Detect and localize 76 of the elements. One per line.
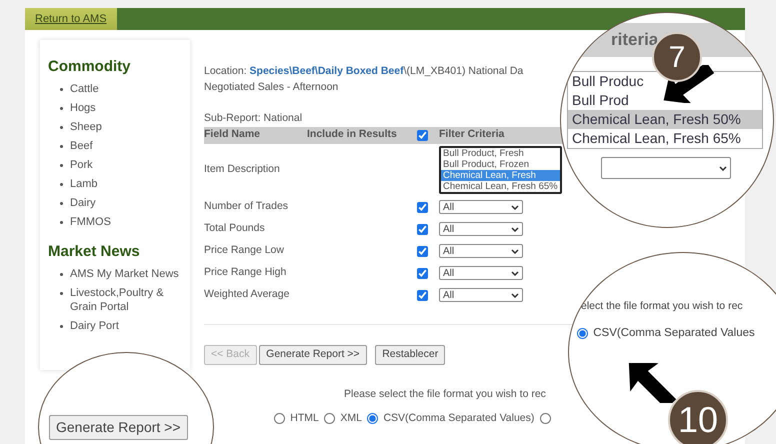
bullet-icon [60, 292, 63, 295]
sidebar-link[interactable]: Lamb [70, 177, 98, 191]
filter-dropdown[interactable]: All [439, 288, 523, 302]
bullet-icon [60, 88, 63, 91]
sidebar-heading: Market News [48, 243, 141, 261]
sidebar-link[interactable]: Livestock,Poultry & Grain Portal [70, 286, 182, 314]
column-header: Include in Results [307, 127, 417, 144]
field-name: Item Description [204, 162, 280, 178]
chevron-icon [511, 248, 519, 254]
include-checkbox[interactable] [417, 246, 428, 256]
sidebar-link[interactable]: Dairy Port [70, 319, 119, 333]
bullet-icon [60, 145, 63, 148]
field-name: Number of Trades [204, 199, 288, 214]
field-name: Price Range High [204, 265, 286, 280]
include-checkbox[interactable] [417, 202, 428, 212]
format-radio[interactable] [324, 412, 336, 424]
sidebar-link[interactable]: Sheep [70, 120, 102, 134]
chevron-icon [511, 270, 519, 276]
sidebar-link[interactable]: Pork [70, 158, 93, 172]
format-radio[interactable] [577, 328, 588, 339]
bullet-icon [60, 164, 63, 167]
filter-dropdown[interactable]: All [439, 266, 523, 280]
listbox-option: Chemical Lean, Fresh 65% [568, 129, 762, 148]
format-prompt: Please select the file format you wish to rec [344, 386, 546, 402]
bullet-icon [60, 126, 63, 129]
listbox-option: Bull Prod [568, 91, 762, 110]
chevron-icon [511, 204, 519, 210]
location-text: Location: Species\Beef\Daily Boxed Beef\(LM_XB401) National Da [204, 64, 524, 79]
report-button[interactable]: Restablecer [375, 345, 446, 365]
bullet-icon [60, 273, 63, 276]
listbox[interactable]: Bull Product, Fresh Bull Product, Frozen Chemical Lean, Fresh Chemical Lean, Fresh 65% [439, 146, 562, 194]
sidebar-link[interactable]: Cattle [70, 82, 99, 96]
listbox-option[interactable]: Bull Product, Fresh [441, 148, 560, 159]
sidebar-heading: Commodity [48, 58, 132, 76]
chevron-icon [511, 226, 519, 232]
format-prompt: elect the file format you wish to rec [581, 299, 744, 314]
sidebar-link[interactable]: Beef [70, 139, 93, 153]
bullet-icon [60, 202, 63, 205]
report-button[interactable]: Generate Report >> [259, 345, 367, 365]
include-checkbox[interactable] [417, 290, 428, 300]
column-header: Field Name [204, 127, 307, 144]
sub-report-label: Sub-Report: National [204, 111, 302, 126]
sidebar-link[interactable]: FMMOS [70, 215, 111, 229]
listbox-option[interactable]: Chemical Lean, Fresh 65% [441, 181, 560, 192]
location-subtitle: Negotiated Sales - Afternoon [204, 80, 338, 95]
format-radio[interactable] [367, 412, 378, 424]
format-label: XML [340, 410, 362, 426]
bullet-icon [60, 183, 63, 186]
chevron-icon [511, 292, 519, 298]
chevron-icon [719, 166, 727, 170]
bullet-icon [60, 325, 63, 328]
bullet-icon [60, 107, 63, 110]
listbox-option: Chemical Lean, Fresh 50% [568, 110, 762, 129]
field-name: Price Range Low [204, 243, 284, 258]
format-radio[interactable] [540, 412, 551, 424]
sidebar-link[interactable]: Dairy [70, 196, 96, 210]
include-checkbox[interactable] [417, 224, 428, 234]
include-all-checkbox[interactable] [417, 130, 428, 141]
listbox-option[interactable]: Bull Product, Frozen [441, 159, 560, 170]
include-checkbox[interactable] [417, 268, 428, 278]
column-header: Filter Criteria [439, 128, 504, 140]
filter-dropdown[interactable]: All [439, 222, 523, 236]
format-radio[interactable] [274, 412, 285, 424]
filter-dropdown[interactable]: All [439, 200, 523, 214]
field-name: Weighted Average [204, 287, 290, 302]
listbox-option[interactable]: Chemical Lean, Fresh [441, 170, 560, 181]
format-label: HTML [290, 410, 319, 426]
sidebar-link[interactable]: Hogs [70, 101, 96, 115]
sidebar-link[interactable]: AMS My Market News [70, 267, 179, 281]
filter-dropdown[interactable]: All [439, 244, 523, 258]
field-name: Total Pounds [204, 221, 265, 236]
format-label: CSV(Comma Separated Values [593, 326, 755, 341]
format-label: CSV(Comma Separated Values) [383, 410, 534, 426]
generate-report-button[interactable]: Generate Report >> [49, 415, 188, 440]
bullet-icon [60, 221, 63, 224]
return-tab[interactable]: Return to AMS [25, 8, 117, 30]
